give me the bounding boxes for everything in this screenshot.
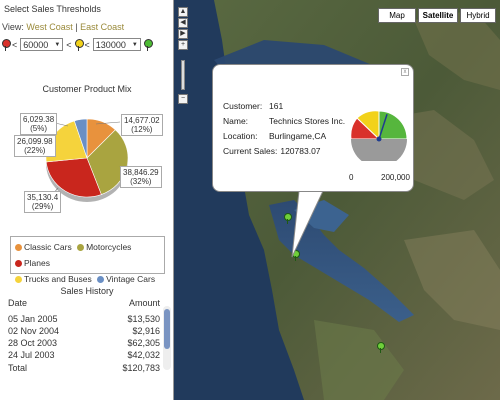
customer-name: Technics Stores Inc. [269, 116, 346, 126]
legend-item-motorcycles: Motorcycles [77, 240, 131, 255]
yellow-pin-icon [74, 38, 84, 51]
map-marker[interactable] [377, 342, 385, 353]
sales-label: Current Sales: [223, 146, 278, 156]
west-coast-link[interactable]: West Coast [26, 22, 72, 32]
high-threshold-value: 130000 [95, 39, 126, 50]
sales-panel: Select Sales Thresholds View: West Coast… [0, 0, 174, 400]
satellite-imagery [174, 0, 500, 400]
current-sales: 120783.07 [280, 146, 321, 156]
history-scrollbar[interactable] [163, 306, 171, 370]
slice-label-planes: 35,130.4 (29%) [24, 191, 62, 213]
chevron-down-icon: ▼ [131, 41, 138, 48]
legend-dot [97, 276, 105, 283]
map-type-map-button[interactable]: Map [378, 8, 416, 23]
sales-history-title: Sales History [60, 286, 114, 296]
slice-label-motorcycles: 38,846.29 (32%) [120, 166, 162, 188]
zoom-out-icon[interactable]: − [178, 94, 188, 104]
table-row: 05 Jan 2005 $13,530 [8, 314, 160, 324]
gauge-min-label: 0 [349, 173, 354, 182]
slice-label-vintage: 6,029.38 (5%) [20, 113, 58, 135]
view-separator: | [75, 22, 78, 32]
total-row: Total $120,783 [8, 363, 160, 373]
legend-item-vintage: Vintage Cars [97, 272, 155, 287]
customer-label: Customer: [223, 101, 263, 111]
legend-dot [15, 276, 22, 283]
east-coast-link[interactable]: East Coast [80, 22, 124, 32]
gauge-hub [376, 136, 382, 142]
legend-item-trucks: Trucks and Buses [15, 272, 92, 287]
high-threshold-select[interactable]: 130000 ▼ [92, 38, 141, 51]
legend-dot [15, 244, 22, 251]
lt-sign: < [12, 39, 18, 50]
close-icon[interactable]: x [401, 68, 409, 76]
info-bubble-tail [291, 191, 324, 258]
legend-item-planes: Planes [15, 256, 50, 271]
name-label: Name: [223, 116, 249, 126]
history-table: 05 Jan 2005 $13,530 02 Nov 2004 $2,916 28 … [8, 313, 160, 374]
history-header: Date Amount [8, 298, 160, 308]
table-row: 24 Jul 2003 $42,032 [8, 350, 160, 360]
slice-label-trucks: 26,099.98 (22%) [14, 135, 56, 157]
satellite-map[interactable]: ▲ ◀ ▶ + − Map Satellite Hybrid [174, 0, 500, 400]
scrollbar-thumb[interactable] [164, 309, 170, 349]
low-threshold-select[interactable]: 60000 ▼ [20, 38, 64, 51]
threshold-row: < 60000 ▼ < < 130000 ▼ [2, 38, 153, 51]
table-row: 28 Oct 2003 $62,305 [8, 338, 160, 348]
location-label: Location: [223, 131, 258, 141]
date-column-header: Date [8, 298, 28, 308]
zoom-slider[interactable] [181, 60, 185, 90]
view-selector: View: West Coast | East Coast [2, 22, 124, 32]
pan-left-icon[interactable]: ◀ [178, 18, 188, 28]
gauge-max-label: 200,000 [381, 173, 410, 182]
legend-dot [15, 260, 22, 267]
customer-location: Burlingame,CA [269, 131, 327, 141]
customer-id: 161 [269, 101, 284, 111]
low-threshold-value: 60000 [23, 39, 49, 50]
legend-item-classic: Classic Cars [15, 240, 72, 255]
chart-legend: Classic Cars Motorcycles Planes Trucks a… [10, 236, 165, 284]
map-type-satellite-button[interactable]: Satellite [418, 8, 458, 23]
sales-gauge [350, 110, 408, 161]
pan-right-icon[interactable]: ▶ [178, 29, 188, 39]
chevron-down-icon: ▼ [54, 41, 61, 48]
map-type-hybrid-button[interactable]: Hybrid [460, 8, 496, 23]
lt-sign: < [84, 39, 90, 50]
green-pin-icon [143, 38, 153, 51]
view-label: View: [2, 22, 24, 32]
table-row: 02 Nov 2004 $2,916 [8, 326, 160, 336]
zoom-in-icon[interactable]: + [178, 40, 188, 50]
pan-up-icon[interactable]: ▲ [178, 7, 188, 17]
customer-details: Customer: 161 Name: Technics Stores Inc. L… [223, 99, 345, 159]
slice-label-classic: 14,677.02 (12%) [121, 114, 163, 136]
product-mix-title: Customer Product Mix [42, 84, 132, 94]
red-pin-icon [2, 38, 11, 51]
legend-dot [77, 244, 85, 251]
lt-sign: < [66, 39, 72, 50]
amount-column-header: Amount [128, 298, 160, 308]
customer-info-window: x Customer: 161 Name: Technics Stores Inc.… [212, 64, 414, 192]
panel-title: Select Sales Thresholds [4, 4, 101, 14]
